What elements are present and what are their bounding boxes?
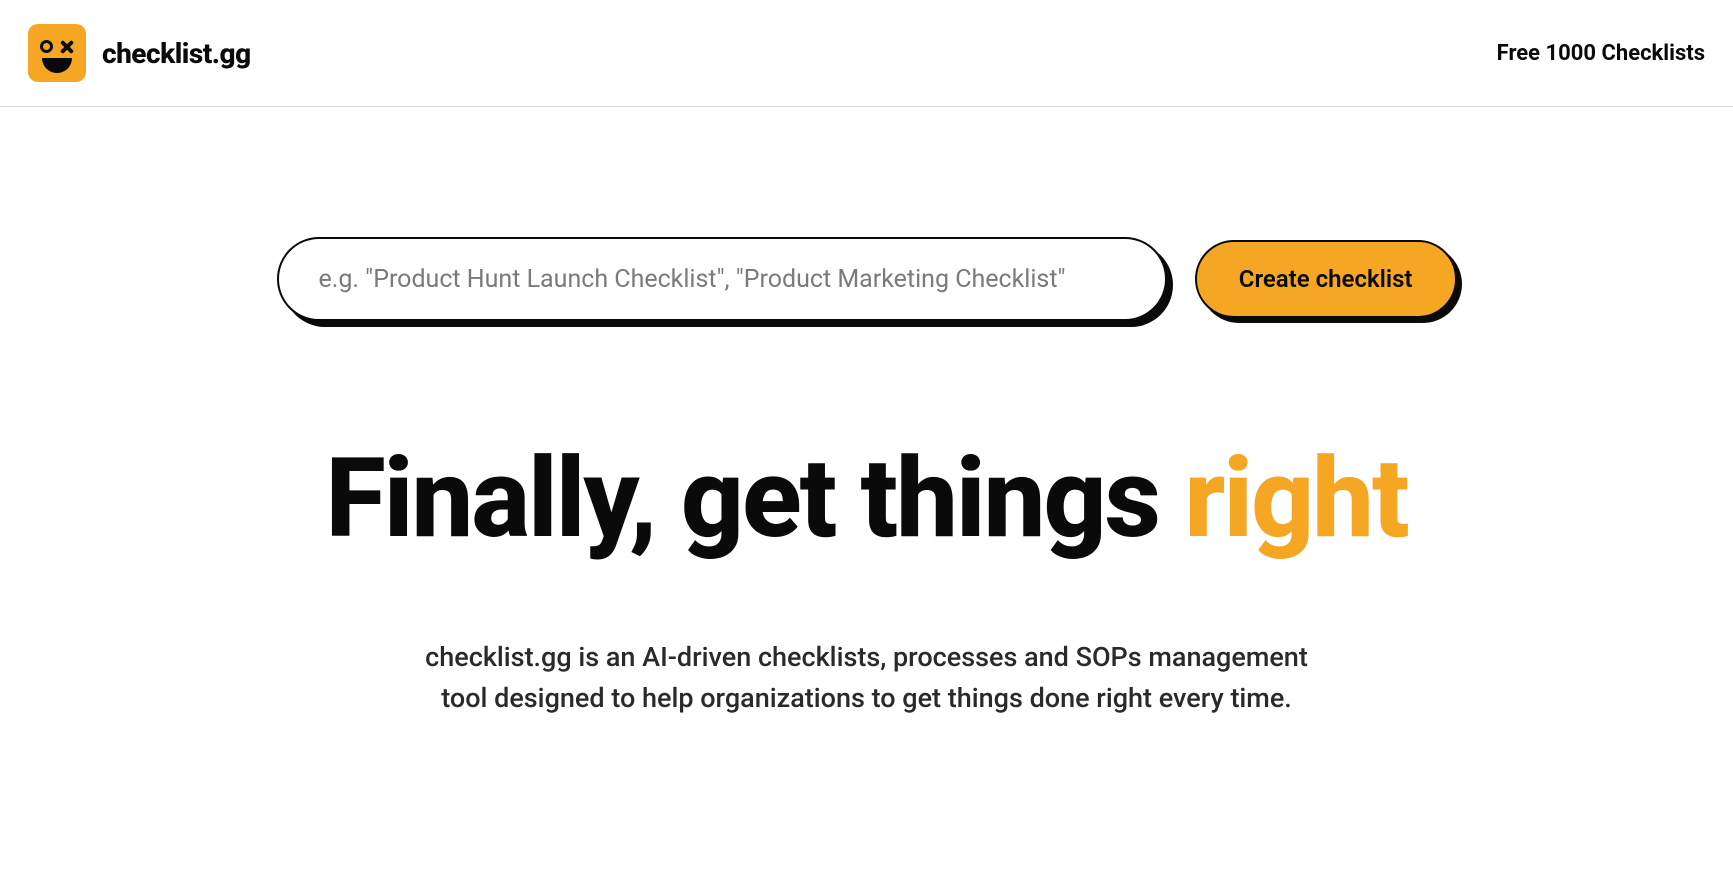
hero-subtext: checklist.gg is an AI-driven checklists,… [407,637,1327,721]
brand-name: checklist.gg [102,37,251,70]
header: checklist.gg Free 1000 Checklists [0,0,1733,107]
hero-section: Create checklist Finally, get things rig… [237,107,1497,780]
headline-accent: right [1184,434,1407,563]
free-checklists-link[interactable]: Free 1000 Checklists [1497,41,1705,66]
logo-icon [28,24,86,82]
checklist-search-input[interactable] [277,237,1167,321]
brand[interactable]: checklist.gg [28,24,251,82]
hero-headline: Finally, get things right [277,441,1457,557]
search-row: Create checklist [277,237,1457,321]
create-checklist-button[interactable]: Create checklist [1195,240,1457,318]
headline-main: Finally, get things [326,434,1185,563]
